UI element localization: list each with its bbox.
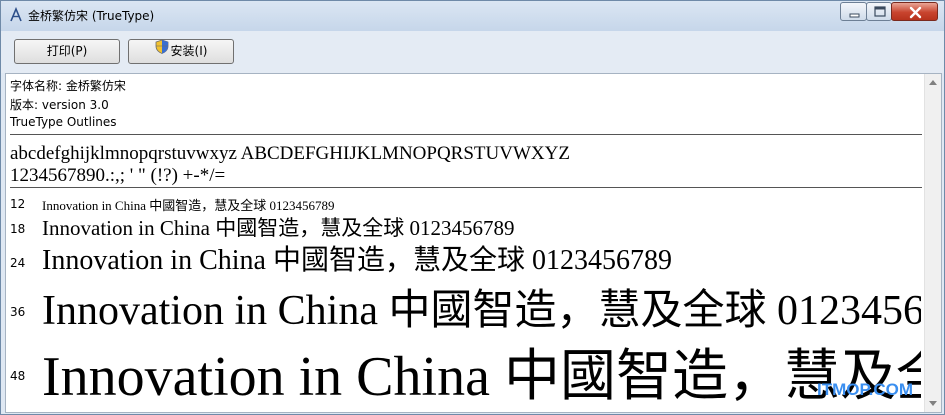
sample-row-24: 24 Innovation in China 中國智造，慧及全球 0123456…	[6, 236, 921, 276]
sample-text: Innovation in China 中國智造，慧及全球 0123456789	[42, 245, 672, 276]
install-button-label: 安装(I)	[170, 44, 208, 58]
vertical-scrollbar[interactable]	[924, 74, 941, 412]
sample-size-label: 24	[10, 256, 26, 270]
sample-row-48: 48 Innovation in China 中國智造，慧及全球 0123456…	[6, 329, 921, 412]
sample-text: Innovation in China 中國智造，慧及全球 0123456789	[42, 346, 921, 408]
install-button[interactable]: 安装(I)	[128, 39, 234, 64]
font-preview-area[interactable]: 字体名称: 金桥繁仿宋 版本: version 3.0 TrueType Out…	[5, 73, 942, 413]
scroll-down-button[interactable]	[925, 395, 941, 412]
sample-row-36: 36 Innovation in China 中國智造，慧及全球 0123456…	[6, 274, 921, 332]
title-bar[interactable]: 金桥繁仿宋 (TrueType)	[1, 1, 944, 31]
sample-size-label: 36	[10, 305, 26, 319]
divider	[10, 134, 922, 135]
minimize-icon	[849, 13, 860, 18]
sample-size-label: 48	[10, 369, 26, 383]
window-title: 金桥繁仿宋 (TrueType)	[28, 9, 155, 23]
maximize-button[interactable]	[866, 2, 892, 21]
divider	[10, 187, 922, 188]
sample-size-label: 12	[10, 197, 26, 211]
sample-text: Innovation in China 中國智造，慧及全球 0123456789	[42, 288, 921, 332]
charset-letters: abcdefghijklmnopqrstuvwxyz ABCDEFGHIJKLM…	[10, 143, 570, 164]
close-button[interactable]	[891, 2, 938, 21]
sample-size-label: 18	[10, 222, 26, 236]
charset-digits: 1234567890.:,; ' " (!?) +-*/=	[10, 165, 226, 186]
print-button[interactable]: 打印(P)	[14, 39, 120, 64]
font-outline-label: TrueType Outlines	[10, 115, 117, 129]
watermark: ITMOP.COM	[817, 380, 914, 399]
font-name-label: 字体名称: 金桥繁仿宋	[10, 79, 126, 93]
minimize-button[interactable]	[840, 2, 867, 21]
print-button-label: 打印(P)	[46, 44, 88, 58]
scroll-up-button[interactable]	[925, 74, 941, 91]
toolbar: 打印(P) 安装(I)	[1, 31, 944, 73]
uac-shield-icon	[155, 39, 169, 62]
maximize-icon	[874, 6, 886, 17]
chevron-up-icon	[929, 80, 937, 85]
close-icon	[909, 6, 922, 19]
font-version-label: 版本: version 3.0	[10, 98, 109, 112]
font-viewer-window: 金桥繁仿宋 (TrueType) 打印(P) 安装(I) 字体名称: 金桥繁仿宋…	[0, 0, 945, 415]
font-a-icon	[8, 6, 24, 23]
chevron-down-icon	[929, 401, 937, 406]
